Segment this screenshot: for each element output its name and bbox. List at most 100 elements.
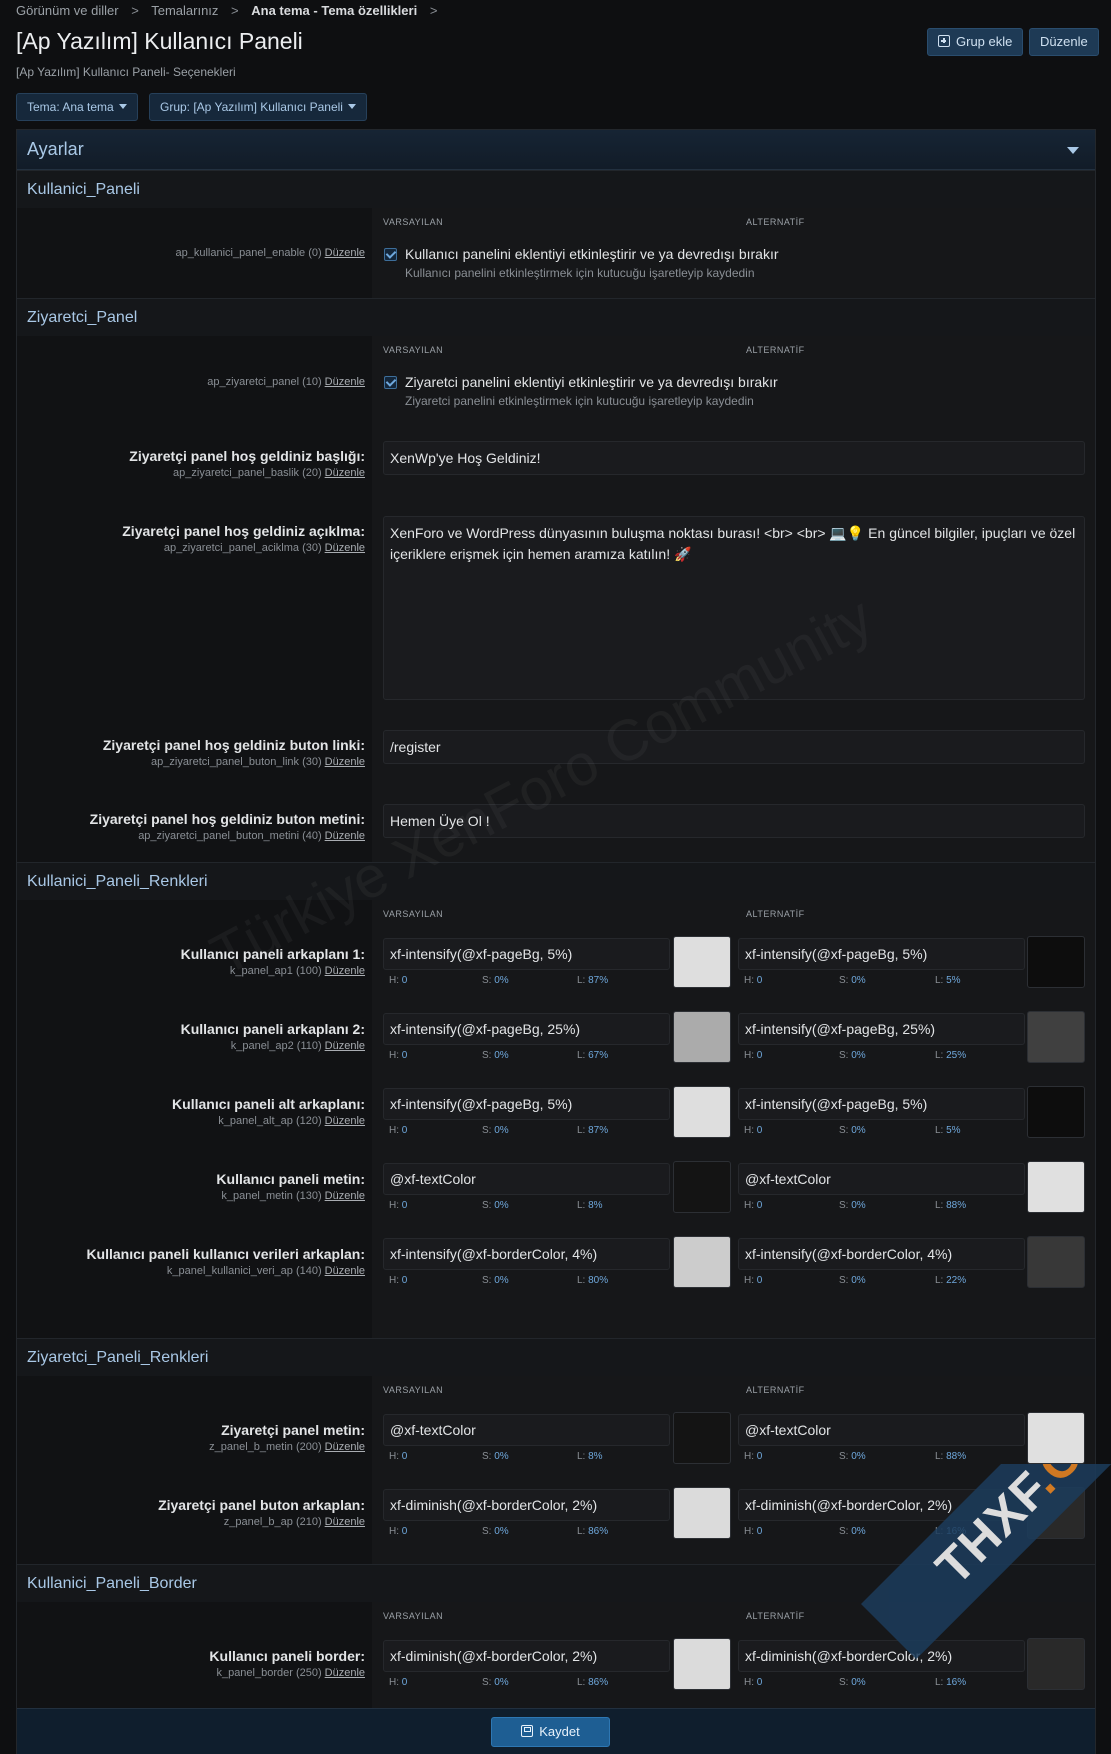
welcome-button-link-input[interactable]: /register bbox=[383, 730, 1085, 764]
default-color-swatch[interactable] bbox=[673, 1236, 731, 1288]
group-filter-label: Grup: [Ap Yazılım] Kullanıcı Paneli bbox=[160, 100, 343, 114]
edit-link[interactable]: Düzenle bbox=[325, 1265, 365, 1277]
edit-link[interactable]: Düzenle bbox=[325, 965, 365, 977]
alternative-color-input[interactable]: xf-intensify(@xf-pageBg, 5%) bbox=[738, 1088, 1025, 1120]
setting-title: Ziyaretçi panel hoş geldiniz açıklma: bbox=[122, 523, 365, 539]
checkbox-label[interactable]: Kullanıcı panelini eklentiyi etkinleştir… bbox=[405, 246, 779, 262]
edit-link[interactable]: Düzenle bbox=[325, 1516, 365, 1528]
edit-button[interactable]: Düzenle bbox=[1029, 28, 1099, 56]
alternative-color-swatch[interactable] bbox=[1027, 1236, 1085, 1288]
welcome-description-textarea[interactable]: XenForo ve WordPress dünyasının buluşma … bbox=[383, 516, 1085, 700]
alternative-color-swatch[interactable] bbox=[1027, 1161, 1085, 1213]
default-hsl-h: H: 0 bbox=[389, 1526, 408, 1537]
default-color-input[interactable]: xf-intensify(@xf-borderColor, 4%) bbox=[383, 1238, 670, 1270]
form-footer: Kaydet bbox=[17, 1708, 1095, 1754]
column-label-alternative: ALTERNATİF bbox=[746, 345, 805, 355]
edit-link[interactable]: Düzenle bbox=[325, 756, 365, 768]
alternative-color-swatch[interactable] bbox=[1027, 1086, 1085, 1138]
setting-meta: k_panel_ap2 (110) Düzenle bbox=[181, 1040, 365, 1052]
setting-title: Kullanıcı paneli kullanıcı verileri arka… bbox=[86, 1246, 365, 1262]
alternative-color-input[interactable]: xf-intensify(@xf-borderColor, 4%) bbox=[738, 1238, 1025, 1270]
default-hsl-s: S: 0% bbox=[482, 975, 509, 986]
default-color-input[interactable]: xf-intensify(@xf-pageBg, 25%) bbox=[383, 1013, 670, 1045]
breadcrumb-item-theme-properties[interactable]: Ana tema - Tema özellikleri bbox=[251, 3, 417, 18]
alternative-hsl-l: L: 5% bbox=[935, 1125, 961, 1136]
setting-key: ap_ziyaretci_panel_aciklma (30) bbox=[163, 542, 322, 554]
save-button[interactable]: Kaydet bbox=[491, 1717, 610, 1747]
section-title-kullanici-paneli: Kullanici_Paneli bbox=[17, 170, 1095, 208]
default-color-input[interactable]: xf-intensify(@xf-pageBg, 5%) bbox=[383, 1088, 670, 1120]
default-color-swatch[interactable] bbox=[673, 1011, 731, 1063]
setting-title: Kullanıcı paneli border: bbox=[209, 1648, 365, 1664]
default-color-swatch[interactable] bbox=[673, 936, 731, 988]
edit-link[interactable]: Düzenle bbox=[325, 542, 365, 554]
section-title-ziyaretci-panel: Ziyaretci_Panel bbox=[17, 298, 1095, 336]
breadcrumb-separator: > bbox=[429, 3, 438, 18]
default-color-swatch[interactable] bbox=[673, 1412, 731, 1464]
save-label: Kaydet bbox=[539, 1724, 580, 1739]
edit-link[interactable]: Düzenle bbox=[325, 1190, 365, 1202]
setting-title: Kullanıcı paneli arkaplanı 2: bbox=[180, 1021, 365, 1037]
edit-link[interactable]: Düzenle bbox=[325, 376, 365, 388]
default-color-input[interactable]: xf-diminish(@xf-borderColor, 2%) bbox=[383, 1640, 670, 1672]
breadcrumb-item-themes[interactable]: Temalarınız bbox=[151, 3, 218, 18]
page-subtitle: [Ap Yazılım] Kullanıcı Paneli- Seçenekle… bbox=[16, 65, 236, 79]
alternative-color-swatch[interactable] bbox=[1027, 1487, 1085, 1539]
setting-label: Ziyaretçi panel hoş geldiniz açıklma: ap… bbox=[122, 523, 365, 554]
welcome-title-input[interactable]: XenWp'ye Hoş Geldiniz! bbox=[383, 441, 1085, 475]
default-color-input[interactable]: @xf-textColor bbox=[383, 1163, 670, 1195]
alternative-color-input[interactable]: @xf-textColor bbox=[738, 1414, 1025, 1446]
setting-key: z_panel_b_ap (210) bbox=[223, 1516, 322, 1528]
setting-label: Ziyaretçi panel metin: z_panel_b_metin (… bbox=[209, 1422, 365, 1453]
breadcrumb-item-appearance[interactable]: Görünüm ve diller bbox=[16, 3, 119, 18]
alternative-hsl-h: H: 0 bbox=[744, 1677, 763, 1688]
alternative-hsl-h: H: 0 bbox=[744, 1275, 763, 1286]
setting-label: Ziyaretçi panel hoş geldiniz başlığı: ap… bbox=[129, 448, 365, 479]
edit-link[interactable]: Düzenle bbox=[325, 467, 365, 479]
default-color-input[interactable]: xf-diminish(@xf-borderColor, 2%) bbox=[383, 1489, 670, 1521]
alternative-color-swatch[interactable] bbox=[1027, 936, 1085, 988]
alternative-color-input[interactable]: xf-intensify(@xf-pageBg, 25%) bbox=[738, 1013, 1025, 1045]
alternative-color-input[interactable]: xf-intensify(@xf-pageBg, 5%) bbox=[738, 938, 1025, 970]
default-color-swatch[interactable] bbox=[673, 1086, 731, 1138]
setting-key: z_panel_b_metin (200) bbox=[209, 1441, 322, 1453]
alternative-color-input[interactable]: @xf-textColor bbox=[738, 1163, 1025, 1195]
welcome-button-text-input[interactable]: Hemen Üye Ol ! bbox=[383, 804, 1085, 838]
add-group-button[interactable]: Grup ekle bbox=[927, 28, 1024, 56]
settings-panel-header[interactable]: Ayarlar bbox=[17, 130, 1095, 170]
edit-link[interactable]: Düzenle bbox=[325, 830, 365, 842]
alternative-hsl-l: L: 16% bbox=[935, 1677, 967, 1688]
default-color-input[interactable]: @xf-textColor bbox=[383, 1414, 670, 1446]
default-color-swatch[interactable] bbox=[673, 1638, 731, 1690]
edit-link[interactable]: Düzenle bbox=[325, 1667, 365, 1679]
group-filter-dropdown[interactable]: Grup: [Ap Yazılım] Kullanıcı Paneli bbox=[149, 93, 367, 121]
setting-key: k_panel_metin (130) bbox=[221, 1190, 322, 1202]
breadcrumb-separator: > bbox=[231, 3, 239, 18]
default-color-input[interactable]: xf-intensify(@xf-pageBg, 5%) bbox=[383, 938, 670, 970]
default-color-swatch[interactable] bbox=[673, 1161, 731, 1213]
checkbox-label[interactable]: Ziyaretci panelini eklentiyi etkinleştir… bbox=[405, 374, 778, 390]
edit-link[interactable]: Düzenle bbox=[325, 1040, 365, 1052]
alternative-hsl-h: H: 0 bbox=[744, 1451, 763, 1462]
alternative-color-swatch[interactable] bbox=[1027, 1011, 1085, 1063]
enable-visitor-panel-checkbox[interactable] bbox=[384, 376, 397, 389]
setting-key: k_panel_kullanici_veri_ap (140) bbox=[166, 1265, 322, 1277]
enable-user-panel-checkbox[interactable] bbox=[384, 248, 397, 261]
edit-link[interactable]: Düzenle bbox=[325, 1115, 365, 1127]
alternative-color-input[interactable]: xf-diminish(@xf-borderColor, 2%) bbox=[738, 1489, 1025, 1521]
alternative-hsl-l: L: 16% bbox=[935, 1526, 967, 1537]
default-color-swatch[interactable] bbox=[673, 1487, 731, 1539]
setting-key: ap_ziyaretci_panel_buton_link (30) bbox=[151, 756, 322, 768]
setting-title: Ziyaretçi panel metin: bbox=[221, 1422, 365, 1438]
checkbox-hint: Ziyaretci panelini etkinleştirmek için k… bbox=[405, 394, 754, 408]
alternative-color-swatch[interactable] bbox=[1027, 1412, 1085, 1464]
edit-link[interactable]: Düzenle bbox=[325, 1441, 365, 1453]
alternative-color-input[interactable]: xf-diminish(@xf-borderColor, 2%) bbox=[738, 1640, 1025, 1672]
default-hsl-l: L: 87% bbox=[577, 1125, 609, 1136]
alternative-color-swatch[interactable] bbox=[1027, 1638, 1085, 1690]
chevron-down-icon[interactable] bbox=[1067, 147, 1079, 154]
edit-link[interactable]: Düzenle bbox=[325, 247, 365, 259]
breadcrumb-separator: > bbox=[131, 3, 139, 18]
theme-filter-dropdown[interactable]: Tema: Ana tema bbox=[16, 93, 138, 121]
setting-meta: ap_ziyaretci_panel_baslik (20) Düzenle bbox=[129, 467, 365, 479]
